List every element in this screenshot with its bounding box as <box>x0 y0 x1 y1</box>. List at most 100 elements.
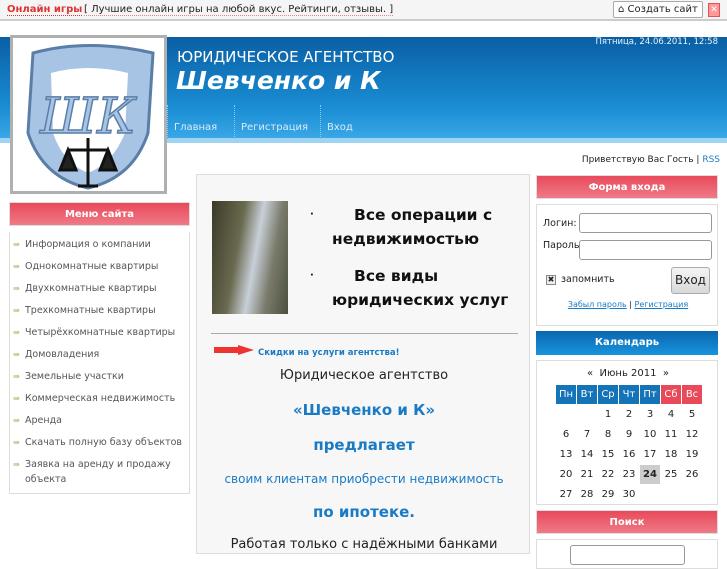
content-line: своим клиентам приобрести недвижимость <box>224 472 504 486</box>
create-site-button[interactable]: ⌂ Создать сайт <box>613 1 703 18</box>
menu-item[interactable]: Аренда <box>10 410 189 432</box>
svg-text:ШК: ШК <box>39 87 137 145</box>
calendar-day[interactable]: 21 <box>577 465 597 484</box>
menu-item[interactable]: Домовладения <box>10 344 189 366</box>
register-link[interactable]: Регистрация <box>635 300 689 309</box>
separator: | <box>696 155 700 165</box>
nav-login[interactable]: Вход <box>320 105 380 139</box>
calendar-empty <box>661 485 681 504</box>
calendar-day[interactable]: 30 <box>619 485 639 504</box>
calendar-day[interactable]: 5 <box>682 405 702 424</box>
create-site-label: Создать сайт <box>627 4 698 15</box>
date-time: Пятница, 24.06.2011, 12:58 <box>595 37 718 47</box>
site-title: Шевченко и К <box>176 66 381 95</box>
calendar-day[interactable]: 10 <box>640 425 660 444</box>
prev-month-button[interactable]: « <box>587 368 593 379</box>
content-line: Юридическое агентство <box>279 368 449 383</box>
calendar-day[interactable]: 14 <box>577 445 597 464</box>
calendar-day[interactable]: 3 <box>640 405 660 424</box>
calendar-day[interactable]: 20 <box>556 465 576 484</box>
bullet-item: · Все операции с недвижимостью <box>310 206 493 248</box>
greeting: Приветствую Вас Гость | RSS <box>582 155 720 165</box>
calendar-day[interactable]: 28 <box>577 485 597 504</box>
menu-item[interactable]: Скачать полную базу объектов <box>10 432 189 454</box>
weekday-header: Пт <box>640 385 660 404</box>
calendar-day[interactable]: 23 <box>619 465 639 484</box>
password-input[interactable] <box>579 240 712 260</box>
calendar-day[interactable]: 27 <box>556 485 576 504</box>
calendar-day[interactable]: 8 <box>598 425 618 444</box>
remember-label: запомнить <box>561 274 615 285</box>
calendar-title: Календарь <box>536 331 718 355</box>
calendar-day[interactable]: 24 <box>640 465 660 484</box>
search-box <box>536 539 718 569</box>
content-line: «Шевченко и К» <box>292 401 436 419</box>
calendar-day[interactable]: 11 <box>661 425 681 444</box>
calendar-day[interactable]: 17 <box>640 445 660 464</box>
calendar-grid: Пн Вт Ср Чт Пт Сб Вс 1 2 3 4 5 6 7 8 9 10 11 12 13 14 15 16 17 1… <box>555 384 703 505</box>
remember-checkbox[interactable]: ✖ <box>546 275 556 285</box>
calendar-day[interactable]: 22 <box>598 465 618 484</box>
calendar: « Июнь 2011 » Пн Вт Ср Чт Пт Сб Вс 1 2 3 4 5 6 7 8 9 10 1… <box>536 360 718 505</box>
forgot-password-link[interactable]: Забыл пароль <box>568 300 627 309</box>
search-title: Поиск <box>536 510 718 534</box>
top-bar: Онлайн игры [ Лучшие онлайн игры на любо… <box>0 0 727 21</box>
calendar-day[interactable]: 16 <box>619 445 639 464</box>
login-form: Логин: Пароль: ✖ запомнить Вход Забыл па… <box>536 204 718 326</box>
weekday-header: Вс <box>682 385 702 404</box>
nav-home[interactable]: Главная <box>167 105 235 139</box>
calendar-day[interactable]: 26 <box>682 465 702 484</box>
menu-item[interactable]: Земельные участки <box>10 366 189 388</box>
weekday-header: Вт <box>577 385 597 404</box>
street-photo <box>212 201 288 314</box>
menu-item[interactable]: Коммерческая недвижимость <box>10 388 189 410</box>
menu-item[interactable]: Однокомнатные квартиры <box>10 256 189 278</box>
close-icon[interactable]: ✕ <box>708 3 720 17</box>
weekday-header: Пн <box>556 385 576 404</box>
calendar-empty <box>682 485 702 504</box>
login-form-title: Форма входа <box>536 175 718 199</box>
calendar-empty <box>640 485 660 504</box>
calendar-day[interactable]: 15 <box>598 445 618 464</box>
site-menu: Меню сайта Информация о компанииОднокомн… <box>9 202 190 494</box>
login-label: Логин: <box>543 218 577 229</box>
search-input[interactable] <box>570 545 685 565</box>
calendar-day[interactable]: 13 <box>556 445 576 464</box>
greeting-text: Приветствую Вас Гость <box>581 155 694 165</box>
next-month-button[interactable]: » <box>663 368 669 379</box>
login-submit-button[interactable]: Вход <box>671 267 710 294</box>
calendar-day[interactable]: 1 <box>598 405 618 424</box>
menu-item[interactable]: Четырёхкомнатные квартиры <box>10 322 189 344</box>
calendar-month: Июнь 2011 <box>599 368 657 379</box>
menu-item[interactable]: Двухкомнатные квартиры <box>10 278 189 300</box>
calendar-day[interactable]: 6 <box>556 425 576 444</box>
nav-register[interactable]: Регистрация <box>234 105 320 139</box>
calendar-day[interactable]: 29 <box>598 485 618 504</box>
right-sidebar: Форма входа Логин: Пароль: ✖ запомнить В… <box>536 175 718 569</box>
arrow-icon <box>214 345 254 355</box>
calendar-day[interactable]: 9 <box>619 425 639 444</box>
weekday-header: Ср <box>598 385 618 404</box>
calendar-day[interactable]: 18 <box>661 445 681 464</box>
online-games-link[interactable]: Онлайн игры <box>7 4 83 16</box>
menu-item[interactable]: Трехкомнатные квартиры <box>10 300 189 322</box>
menu-item[interactable]: Информация о компании <box>10 234 189 256</box>
content-line: предлагает <box>313 436 415 454</box>
calendar-empty <box>577 405 597 424</box>
menu-item[interactable]: Заявка на аренду и продажу объекта <box>10 454 189 491</box>
menu-list: Информация о компанииОднокомнатные кварт… <box>9 232 190 494</box>
rss-link[interactable]: RSS <box>702 155 720 165</box>
games-tagline-link[interactable]: [ Лучшие онлайн игры на любой вкус. Рейт… <box>84 4 394 16</box>
calendar-day[interactable]: 2 <box>619 405 639 424</box>
promo-link[interactable]: Скидки на услуги агентства! <box>258 348 399 358</box>
content-line: по ипотеке. <box>313 503 415 521</box>
calendar-empty <box>556 405 576 424</box>
login-input[interactable] <box>579 213 712 233</box>
calendar-day[interactable]: 25 <box>661 465 681 484</box>
calendar-day[interactable]: 12 <box>682 425 702 444</box>
site-logo[interactable]: ШК <box>10 35 167 194</box>
calendar-day[interactable]: 4 <box>661 405 681 424</box>
password-label: Пароль: <box>543 240 583 251</box>
calendar-day[interactable]: 19 <box>682 445 702 464</box>
calendar-day[interactable]: 7 <box>577 425 597 444</box>
